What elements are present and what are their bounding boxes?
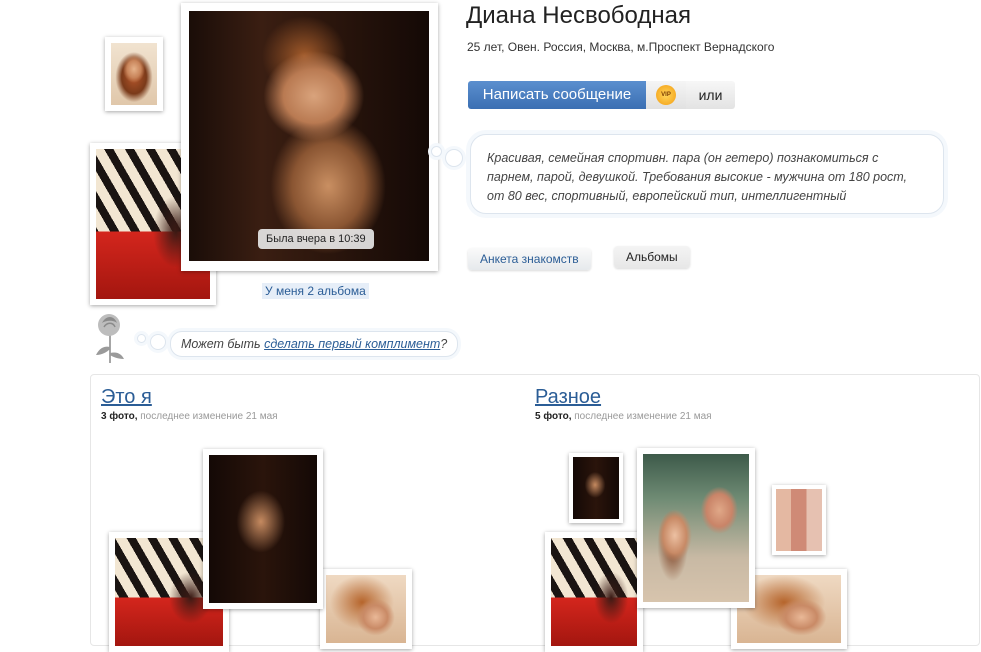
album-misc-photo-4-image	[776, 489, 822, 551]
status-badge: Была вчера в 10:39	[258, 229, 374, 249]
album-me-photo-2[interactable]	[203, 449, 323, 609]
bubble-dot-large	[445, 149, 463, 167]
album-count: 3 фото,	[101, 411, 138, 422]
compliment-prefix: Может быть	[181, 337, 265, 351]
album-title-misc[interactable]: Разное	[535, 386, 601, 409]
albums-count-link[interactable]: У меня 2 альбома	[262, 283, 369, 299]
profile-meta: 25 лет, Овен. Россия, Москва, м.Проспект…	[467, 40, 775, 54]
profile-thumb-small[interactable]	[105, 37, 163, 111]
album-title-me[interactable]: Это я	[101, 386, 152, 409]
vip-badge-icon: VIP	[656, 85, 676, 105]
album-misc-photo-3[interactable]	[637, 448, 755, 608]
album-misc-photo-2[interactable]	[545, 532, 643, 652]
rose-icon[interactable]	[92, 311, 128, 365]
album-count: 5 фото,	[535, 411, 572, 422]
album-misc-photo-1[interactable]	[569, 453, 623, 523]
album-misc-photo-1-image	[573, 457, 619, 519]
tab-albums[interactable]: Альбомы	[614, 246, 690, 268]
album-me-photo-2-image	[209, 455, 317, 603]
or-button[interactable]: или	[686, 81, 735, 109]
profile-name: Диана Несвободная	[466, 2, 691, 29]
tab-dating-profile[interactable]: Анкета знакомств	[468, 248, 591, 270]
album-meta-me: 3 фото, последнее изменение 21 мая	[101, 411, 278, 422]
album-me-photo-3-image	[326, 575, 406, 643]
bubble-dot-small	[431, 146, 442, 157]
album-updated: последнее изменение 21 мая	[571, 411, 712, 422]
write-message-button[interactable]: Написать сообщение	[468, 81, 646, 109]
album-misc-photo-3-image	[643, 454, 749, 602]
compliment-dot-small	[137, 334, 146, 343]
main-avatar-photo	[189, 11, 429, 261]
album-me-photo-3[interactable]	[320, 569, 412, 649]
profile-thumb-small-photo	[111, 43, 157, 105]
profile-description: Красивая, семейная спортивн. пара (он ге…	[487, 151, 908, 203]
album-misc-photo-2-image	[551, 538, 637, 646]
album-meta-misc: 5 фото, последнее изменение 21 мая	[535, 411, 712, 422]
vip-button[interactable]: VIP	[646, 81, 686, 109]
compliment-dot-large	[150, 334, 166, 350]
compliment-prompt: Может быть сделать первый комплимент?	[170, 331, 459, 357]
compliment-suffix: ?	[440, 337, 448, 351]
album-misc-photo-4[interactable]	[772, 485, 826, 555]
album-updated: последнее изменение 21 мая	[137, 411, 278, 422]
first-compliment-link[interactable]: сделать первый комплимент	[264, 337, 440, 351]
